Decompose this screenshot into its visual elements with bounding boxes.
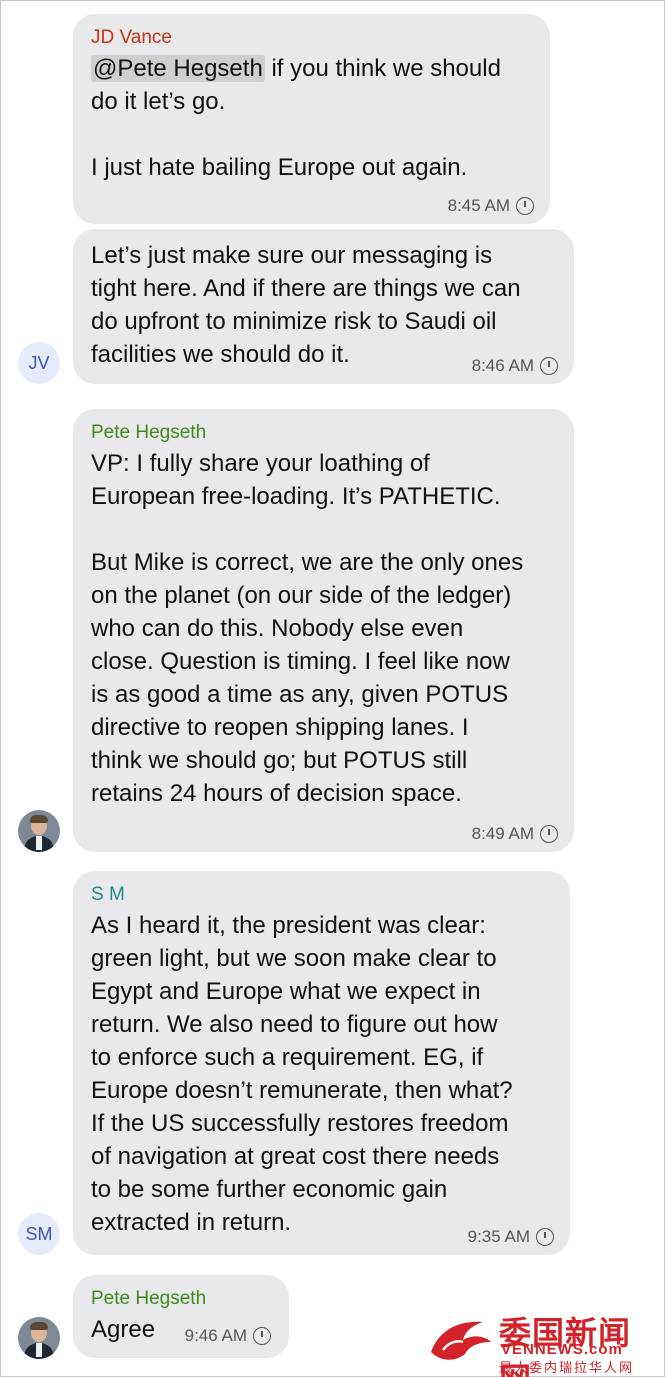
message-bubble-vance-1[interactable]: JD Vance @Pete Hegseth if you think we s… [73,14,550,224]
avatar-hegseth[interactable] [18,810,60,852]
avatar-hegseth[interactable] [18,1317,60,1359]
avatar-sm[interactable]: SM [18,1213,60,1255]
watermark-subtitle: 最大委内瑞拉华人网 [499,1361,635,1376]
dragon-logo-icon [431,1321,491,1360]
avatar-jv[interactable]: JV [18,342,60,384]
message-bubble-hegseth-2[interactable]: Pete Hegseth Agree 9:46 AM [73,1275,289,1358]
message-bubble-hegseth-1[interactable]: Pete Hegseth VP: I fully share your loat… [73,409,574,852]
message-meta: 8:49 AM [472,824,558,844]
avatar-photo-hair [30,815,48,823]
message-meta: 9:46 AM [185,1326,271,1346]
watermark-domain: VENNEWS.com [501,1341,623,1358]
clock-icon [540,357,558,375]
message-text: As I heard it, the president was clear: … [91,912,513,1236]
timestamp: 8:46 AM [471,356,534,375]
message-text: VP: I fully share your loathing of Europ… [91,450,524,807]
message-meta: 8:45 AM [448,196,534,216]
sender-name: Pete Hegseth [91,1288,207,1309]
message-bubble-vance-2[interactable]: Let’s just make sure our messaging is ti… [73,229,574,384]
clock-icon [253,1327,271,1345]
sender-name: S M [91,884,125,905]
clock-icon [516,197,534,215]
message-bubble-sm[interactable]: S M As I heard it, the president was cle… [73,871,570,1255]
mention-link[interactable]: @Pete Hegseth [91,55,265,82]
watermark: 委国新闻网 VENNEWS.com 最大委内瑞拉华人网 [425,1308,661,1377]
sender-name: Pete Hegseth [91,422,207,443]
timestamp: 9:35 AM [467,1227,530,1246]
timestamp: 9:46 AM [184,1326,247,1345]
message-meta: 9:35 AM [468,1227,554,1247]
message-meta: 8:46 AM [472,356,558,376]
timestamp: 8:45 AM [447,196,510,215]
avatar-photo-shirt [36,836,42,850]
timestamp: 8:49 AM [471,824,534,843]
clock-icon [536,1228,554,1246]
avatar-photo-shirt [36,1343,42,1357]
message-text: Let’s just make sure our messaging is ti… [91,242,521,368]
sender-name: JD Vance [91,27,172,48]
message-text: @Pete Hegseth if you think we should do … [91,52,532,184]
clock-icon [540,825,558,843]
avatar-photo-hair [30,1322,48,1330]
